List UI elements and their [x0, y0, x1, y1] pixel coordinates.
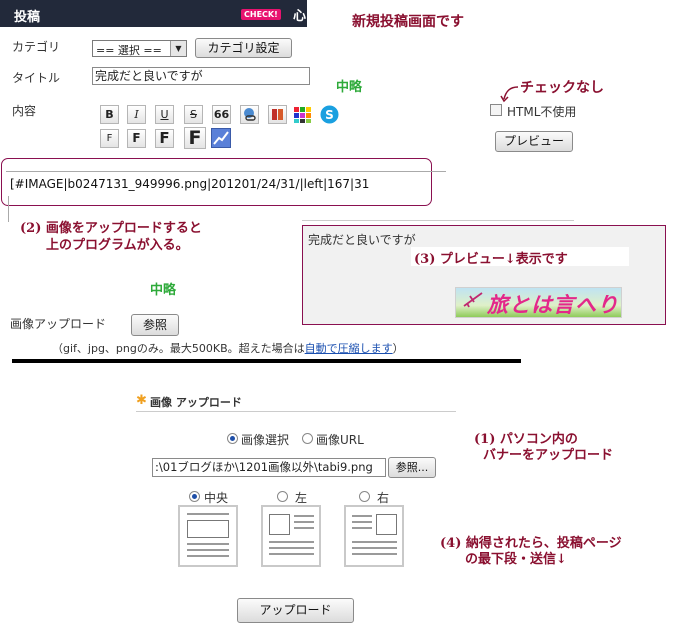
plane-icon [462, 290, 484, 310]
preview-text: 完成だと良いですが [308, 233, 416, 247]
category-settings-button[interactable]: カテゴリ設定 [195, 38, 292, 58]
content-label: 内容 [12, 104, 37, 118]
radio-align-right[interactable] [359, 491, 370, 502]
separator-bar [12, 359, 521, 363]
align-center-icon[interactable] [178, 505, 238, 567]
browse-button[interactable]: 参照 [131, 314, 179, 336]
skype-icon[interactable]: S [319, 104, 340, 125]
radio-image-url-label: 画像URL [316, 433, 364, 447]
dialog-title-divider [136, 411, 456, 412]
radio-image-select[interactable] [227, 433, 238, 444]
note-omitted-2: 中略 [150, 283, 177, 298]
font-size-medium-button[interactable]: F [127, 129, 146, 148]
preview-top-line [302, 220, 574, 221]
editor-title: 投稿 [14, 10, 41, 25]
note-step1-line2: バナーをアップロード [483, 448, 614, 463]
upload-hint: （gif、jpg、pngのみ。最大500KB。超えた場合は自動で圧縮します） [52, 340, 404, 356]
header-truncated-text: 心 [293, 9, 307, 24]
align-left-icon[interactable] [261, 505, 321, 567]
svg-text:S: S [325, 108, 334, 122]
quote-button[interactable]: 66 [212, 105, 231, 124]
radio-align-center[interactable] [189, 491, 200, 502]
note-step4-line2: の最下段・送信↓ [465, 552, 567, 567]
dialog-browse-button[interactable]: 参照... [388, 457, 436, 478]
html-disable-checkbox[interactable] [490, 104, 502, 116]
upload-hint-prefix: （gif、jpg、pngのみ。最大500KB。超えた場合は [52, 342, 305, 355]
radio-image-select-label: 画像選択 [241, 433, 290, 447]
upload-hint-suffix: ） [392, 342, 404, 355]
note-omitted-1: 中略 [336, 80, 363, 95]
book-icon[interactable] [268, 105, 287, 124]
note-no-check: チェックなし [520, 80, 604, 96]
arrow-icon [500, 85, 520, 103]
align-right-label: 右 [377, 491, 390, 505]
banner-text: 旅とは言へり [487, 292, 619, 317]
color-palette-icon[interactable] [293, 105, 313, 124]
title-input[interactable]: 完成だと良いですが [92, 67, 310, 85]
category-select-value: == 選択 == [96, 44, 162, 57]
font-size-large-button[interactable]: F [155, 129, 174, 148]
underline-button[interactable]: U [155, 105, 174, 124]
textarea-left-line [8, 196, 9, 222]
check-badge[interactable]: CHECK! [241, 9, 281, 20]
strike-button[interactable]: S [184, 105, 203, 124]
note-step3: (3) プレビュー↓表示です [414, 252, 568, 267]
radio-align-left[interactable] [277, 491, 288, 502]
category-label: カテゴリ [12, 40, 61, 54]
chevron-down-icon[interactable]: ▼ [170, 41, 186, 56]
file-path-input[interactable]: :\01ブログほか\1201画像以外\tabi9.png [152, 458, 386, 477]
italic-button[interactable]: I [127, 105, 146, 124]
font-size-xlarge-button[interactable]: F [184, 127, 206, 149]
note-screen-title: 新規投稿画面です [352, 14, 464, 30]
bold-button[interactable]: B [100, 105, 119, 124]
star-icon: ✱ [136, 393, 147, 408]
link-icon[interactable] [240, 105, 259, 124]
upload-dialog-title: 画像 アップロード [150, 396, 242, 409]
html-disable-label: HTML不使用 [507, 105, 577, 119]
image-upload-label: 画像アップロード [10, 317, 107, 331]
graph-icon[interactable] [211, 128, 231, 148]
textarea-top-line [6, 171, 446, 172]
auto-compress-link[interactable]: 自動で圧縮します [305, 342, 393, 355]
note-step2-line2: 上のプログラムが入る。 [46, 238, 189, 253]
align-left-label: 左 [295, 491, 308, 505]
content-textarea[interactable]: [#IMAGE|b0247131_949996.png|201201/24/31… [10, 177, 369, 191]
align-right-icon[interactable] [344, 505, 404, 567]
radio-image-url[interactable] [302, 433, 313, 444]
align-center-label: 中央 [204, 491, 229, 505]
upload-button[interactable]: アップロード [237, 598, 354, 623]
category-select[interactable]: == 選択 == ▼ [92, 40, 187, 57]
preview-button[interactable]: プレビュー [495, 131, 573, 152]
title-label: タイトル [12, 71, 61, 85]
font-size-small-button[interactable]: F [100, 129, 119, 148]
